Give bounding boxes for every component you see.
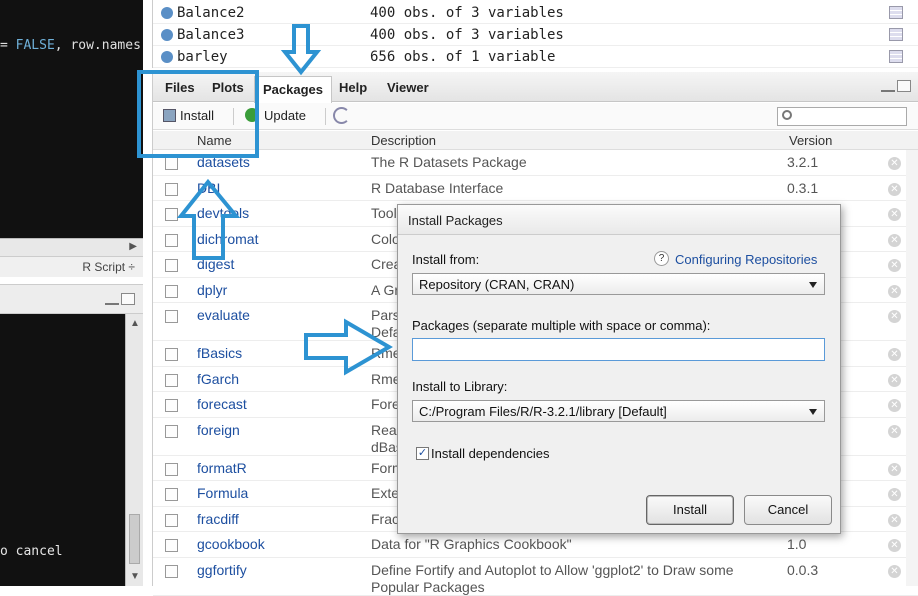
arrow-up-icon	[176, 178, 241, 260]
arrow-right-icon	[304, 318, 393, 376]
arrow-down-icon	[280, 24, 322, 76]
annotation-arrows	[176, 24, 393, 376]
